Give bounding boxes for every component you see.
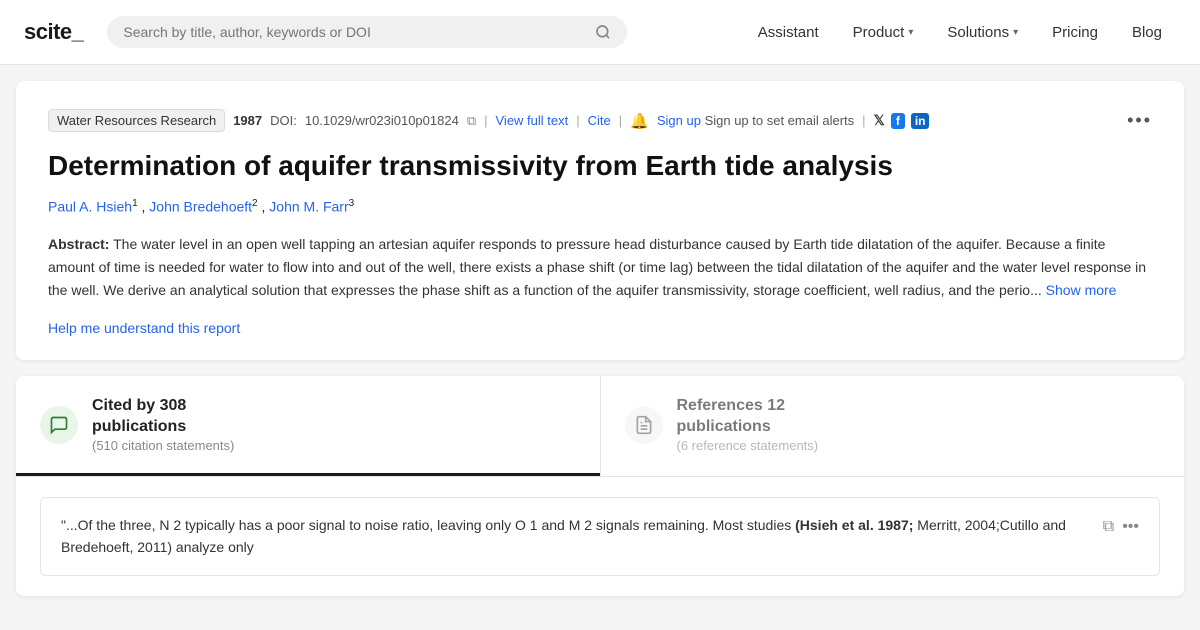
quote-actions: ⧉ •••	[1103, 514, 1139, 540]
cited-by-info: Cited by 308 publications (510 citation …	[92, 396, 576, 453]
header: scite_ Assistant Product ▾ Solutions ▾ P…	[0, 0, 1200, 65]
article-title: Determination of aquifer transmissivity …	[48, 148, 1152, 184]
search-bar[interactable]	[107, 16, 627, 48]
separator: |	[619, 113, 622, 128]
references-stats: (6 reference statements)	[677, 438, 1161, 453]
nav-product[interactable]: Product ▾	[839, 16, 928, 49]
cited-by-stats: (510 citation statements)	[92, 438, 576, 453]
document-icon	[634, 415, 654, 435]
social-icons: 𝕏 f in	[874, 112, 930, 129]
chat-bubble-icon	[49, 415, 69, 435]
nav-blog[interactable]: Blog	[1118, 16, 1176, 49]
citations-tabs: Cited by 308 publications (510 citation …	[16, 376, 1184, 477]
quote-opening: "...Of the three, N 2 typically has a po…	[61, 517, 795, 533]
author-1-sup: 1	[132, 198, 138, 209]
sign-up-link[interactable]: Sign up	[657, 113, 701, 128]
quote-card: "...Of the three, N 2 typically has a po…	[40, 497, 1160, 576]
author-3-link[interactable]: John M. Farr	[269, 199, 348, 215]
quote-citation: (Hsieh et al. 1987;	[795, 517, 913, 533]
copy-quote-button[interactable]: ⧉	[1103, 514, 1114, 540]
linkedin-icon[interactable]: in	[911, 113, 930, 129]
references-tab[interactable]: References 12 publications (6 reference …	[601, 376, 1185, 476]
chevron-down-icon: ▾	[1013, 27, 1018, 38]
references-info: References 12 publications (6 reference …	[677, 396, 1161, 453]
author-1-link[interactable]: Paul A. Hsieh	[48, 199, 132, 215]
citations-panel: Cited by 308 publications (510 citation …	[16, 376, 1184, 595]
journal-badge: Water Resources Research	[48, 109, 225, 132]
cited-by-icon	[40, 406, 78, 444]
article-authors: Paul A. Hsieh1 , John Bredehoeft2 , John…	[48, 198, 1152, 215]
abstract-label: Abstract:	[48, 236, 109, 252]
author-2-link[interactable]: John Bredehoeft	[149, 199, 252, 215]
nav-assistant[interactable]: Assistant	[744, 16, 833, 49]
alert-text: Sign up Sign up to set email alerts	[657, 113, 854, 128]
article-meta-row: Water Resources Research 1987 DOI: 10.10…	[48, 109, 1152, 132]
author-2-sup: 2	[252, 198, 258, 209]
cited-by-main-text: Cited by 308 publications	[92, 396, 576, 438]
separator: |	[576, 113, 579, 128]
quote-text: "...Of the three, N 2 typically has a po…	[61, 514, 1091, 559]
article-abstract: Abstract: The water level in an open wel…	[48, 233, 1152, 302]
separator: |	[484, 113, 487, 128]
show-more-link[interactable]: Show more	[1046, 282, 1117, 298]
nav-pricing[interactable]: Pricing	[1038, 16, 1112, 49]
cite-link[interactable]: Cite	[588, 113, 611, 128]
references-icon	[625, 406, 663, 444]
cited-by-tab[interactable]: Cited by 308 publications (510 citation …	[16, 376, 600, 476]
facebook-icon[interactable]: f	[891, 113, 905, 129]
quote-section: "...Of the three, N 2 typically has a po…	[16, 477, 1184, 596]
main-content: Water Resources Research 1987 DOI: 10.10…	[0, 65, 1200, 612]
view-full-text-link[interactable]: View full text	[496, 113, 569, 128]
author-3-sup: 3	[349, 198, 355, 209]
more-options-button[interactable]: •••	[1127, 110, 1152, 131]
bell-icon: 🔔	[630, 112, 649, 130]
references-main-text: References 12 publications	[677, 396, 1161, 438]
doi-value: 10.1029/wr023i010p01824	[305, 113, 459, 128]
chevron-down-icon: ▾	[908, 27, 913, 38]
doi-label: DOI:	[270, 113, 297, 128]
main-nav: Assistant Product ▾ Solutions ▾ Pricing …	[744, 16, 1176, 49]
logo: scite_	[24, 19, 83, 45]
article-year: 1987	[233, 113, 262, 128]
twitter-icon[interactable]: 𝕏	[874, 112, 885, 129]
copy-icon[interactable]: ⧉	[467, 113, 476, 129]
abstract-text: The water level in an open well tapping …	[48, 236, 1146, 298]
separator: |	[862, 113, 865, 128]
more-quote-options-button[interactable]: •••	[1122, 514, 1139, 540]
nav-solutions[interactable]: Solutions ▾	[933, 16, 1032, 49]
help-understand-link[interactable]: Help me understand this report	[48, 320, 240, 336]
search-icon	[595, 24, 611, 40]
article-card: Water Resources Research 1987 DOI: 10.10…	[16, 81, 1184, 360]
search-input[interactable]	[123, 24, 587, 40]
